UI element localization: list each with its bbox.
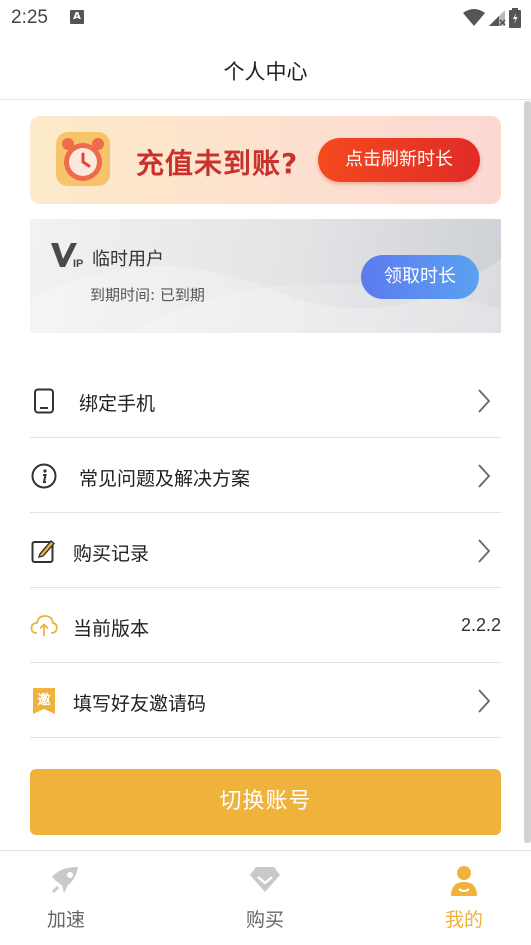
vip-level: 临时用户 [92, 249, 164, 270]
edit-note-icon [30, 537, 58, 565]
recharge-banner[interactable]: 充值未到账? 点击刷新时长 [30, 116, 501, 204]
rocket-icon [6, 865, 126, 895]
chevron-right-icon [478, 689, 491, 713]
menu-item-invite-code[interactable]: 邀 填写好友邀请码 [30, 663, 501, 738]
menu-item-bind-phone[interactable]: 绑定手机 [30, 363, 501, 438]
status-time: 2:25 [11, 7, 48, 28]
menu-item-label: 购买记录 [73, 543, 150, 565]
vip-expiry: 到期时间: 已到期 [90, 286, 205, 304]
wifi-icon [463, 9, 485, 26]
alarm-clock-icon [56, 132, 110, 186]
menu-item-purchase-history[interactable]: 购买记录 [30, 513, 501, 588]
status-bar: 2:25 A [0, 0, 531, 38]
page-title: 个人中心 [223, 60, 308, 84]
app-header: 个人中心 [0, 38, 531, 100]
battery-icon [509, 8, 521, 28]
tab-label: 购买 [245, 909, 284, 931]
status-indicators [463, 8, 521, 28]
svg-text:IP: IP [73, 258, 83, 269]
banner-text: 充值未到账? [136, 147, 299, 180]
bottom-tab-bar: 加速 购买 我的 [0, 850, 531, 945]
switch-account-button[interactable]: 切换账号 [30, 769, 501, 835]
menu-item-label: 常见问题及解决方案 [79, 468, 251, 490]
signal-icon [489, 10, 506, 26]
tab-accelerate[interactable]: 加速 [6, 851, 126, 945]
version-value: 2.2.2 [460, 615, 501, 635]
phone-icon [30, 387, 58, 415]
chevron-right-icon [478, 389, 491, 413]
info-icon [30, 462, 58, 490]
chevron-right-icon [478, 464, 491, 488]
user-icon [404, 865, 524, 897]
refresh-duration-button[interactable]: 点击刷新时长 [318, 138, 480, 182]
chevron-right-icon [478, 539, 491, 563]
scrollbar[interactable] [524, 101, 531, 843]
menu-item-label: 绑定手机 [79, 393, 156, 415]
notification-icon: A [70, 10, 84, 24]
tab-label: 加速 [46, 909, 85, 931]
claim-duration-button[interactable]: 领取时长 [361, 255, 479, 299]
cloud-upload-icon [30, 612, 58, 640]
diamond-icon [205, 865, 325, 893]
vip-card: IP 临时用户 到期时间: 已到期 领取时长 [30, 219, 501, 333]
vip-badge-icon: IP [51, 243, 83, 269]
menu-item-label: 填写好友邀请码 [73, 693, 207, 715]
menu-item-label: 当前版本 [73, 618, 150, 640]
settings-menu: 绑定手机 常见问题及解决方案 购买记录 当前版本 2.2.2 邀 填写好友邀请码 [30, 363, 501, 738]
menu-item-version: 当前版本 2.2.2 [30, 588, 501, 663]
tab-label: 我的 [444, 909, 483, 931]
invite-badge-icon: 邀 [30, 687, 58, 715]
svg-text:邀: 邀 [37, 692, 50, 708]
tab-mine[interactable]: 我的 [404, 851, 524, 945]
tab-purchase[interactable]: 购买 [205, 851, 325, 945]
menu-item-faq[interactable]: 常见问题及解决方案 [30, 438, 501, 513]
